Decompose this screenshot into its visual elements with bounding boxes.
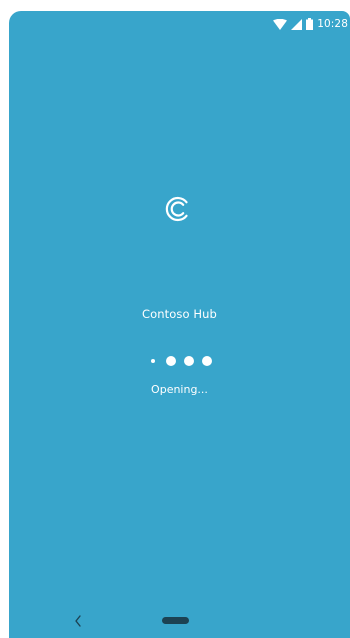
chevron-left-icon[interactable] bbox=[73, 614, 83, 628]
splash-screen: 10:28 Contoso Hub Opening... bbox=[9, 11, 350, 638]
loading-status-text: Opening... bbox=[151, 383, 208, 396]
app-name: Contoso Hub bbox=[142, 307, 217, 321]
contoso-c-logo-icon bbox=[164, 195, 192, 223]
loading-dot bbox=[202, 356, 212, 366]
loading-indicator bbox=[149, 355, 229, 367]
status-time: 10:28 bbox=[317, 18, 348, 30]
status-bar: 10:28 bbox=[273, 16, 348, 32]
cellular-signal-icon bbox=[291, 18, 303, 30]
device-frame: 10:28 Contoso Hub Opening... bbox=[0, 0, 350, 638]
loading-dot bbox=[184, 356, 194, 366]
home-pill-icon[interactable] bbox=[162, 617, 189, 624]
wifi-icon bbox=[273, 18, 288, 30]
loading-dot bbox=[166, 356, 176, 366]
loading-dot bbox=[151, 359, 155, 363]
battery-icon bbox=[306, 18, 314, 30]
